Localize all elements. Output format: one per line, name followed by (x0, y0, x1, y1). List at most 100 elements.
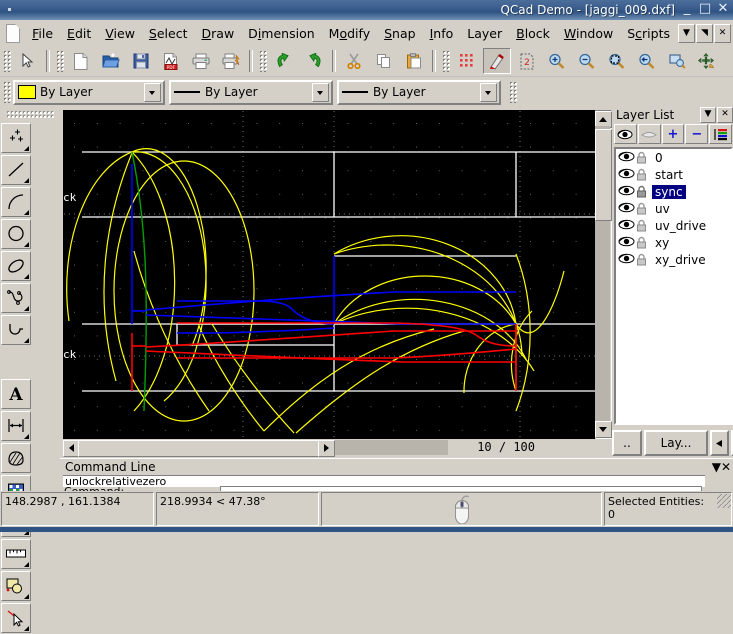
toolbar-grip[interactable] (442, 50, 450, 72)
zoom-in-button[interactable] (543, 48, 571, 74)
pointer-tool-button[interactable] (14, 48, 42, 74)
show-all-layers-button[interactable] (614, 124, 637, 144)
layer-row-2[interactable]: sync (616, 183, 731, 200)
toolbar-grip[interactable] (259, 50, 267, 72)
remove-layer-button[interactable]: − (685, 124, 709, 144)
point-tool-button[interactable] (1, 123, 31, 153)
measure-tool-button[interactable] (1, 539, 31, 569)
layer-lock-icon[interactable] (636, 236, 649, 250)
layer-list[interactable]: 0 start sync uv uv_drive xy xy_drive (614, 147, 733, 425)
menu-window[interactable]: Window (557, 23, 620, 44)
draft-mode-button[interactable] (483, 48, 511, 74)
print-button[interactable] (187, 48, 215, 74)
layer-row-4[interactable]: uv_drive (616, 217, 731, 234)
menu-modify[interactable]: Modify (322, 23, 377, 44)
color-combo[interactable]: By Layer (13, 79, 165, 105)
hatch-tool-button[interactable] (1, 443, 31, 473)
canvas-vertical-scrollbar[interactable] (595, 110, 612, 439)
hide-all-layers-button[interactable] (637, 124, 661, 144)
redraw-button[interactable]: 2 (513, 48, 541, 74)
layer-button[interactable]: Lay... (644, 430, 708, 456)
snap-tool-button[interactable] (1, 603, 31, 633)
edit-layer-button[interactable] (709, 124, 732, 144)
cut-button[interactable] (340, 48, 368, 74)
menu-info[interactable]: Info (423, 23, 461, 44)
layer-row-3[interactable]: uv (616, 200, 731, 217)
layer-row-6[interactable]: xy_drive (616, 251, 731, 268)
palette-grip[interactable] (6, 110, 54, 118)
export-pdf-button[interactable]: PDF (157, 48, 185, 74)
layer-dock-close-button[interactable]: ✕ (717, 107, 733, 123)
menu-draw[interactable]: Draw (195, 23, 242, 44)
maximize-button[interactable]: □ (697, 1, 713, 18)
pan-button[interactable] (693, 48, 721, 74)
layer-lock-icon[interactable] (636, 168, 649, 182)
menu-scripts[interactable]: Scripts (620, 23, 677, 44)
toolbar-grip[interactable] (3, 81, 11, 103)
chevron-down-icon[interactable] (312, 82, 329, 102)
add-layer-button[interactable]: + (661, 124, 685, 144)
mdi-restore-button[interactable]: ◥ (696, 23, 713, 43)
linewidth-combo[interactable]: By Layer (337, 79, 501, 105)
dimension-tool-button[interactable] (1, 411, 31, 441)
toolbar-grip[interactable] (3, 50, 11, 72)
close-button[interactable]: ✕ (715, 1, 731, 18)
redo-button[interactable] (300, 48, 328, 74)
menu-edit[interactable]: Edit (60, 23, 98, 44)
linetype-combo[interactable]: By Layer (169, 79, 333, 105)
resize-grip[interactable] (717, 494, 731, 508)
command-dock-close-button[interactable]: ✕ (721, 460, 731, 474)
copy-button[interactable] (370, 48, 398, 74)
layer-visibility-icon[interactable] (618, 151, 635, 164)
layer-lock-icon[interactable] (636, 253, 649, 267)
layer-lock-icon[interactable] (636, 219, 649, 233)
scroll-right-button[interactable] (318, 440, 335, 457)
modify-tool-button[interactable] (1, 571, 31, 601)
print-preview-button[interactable] (217, 48, 245, 74)
zoom-previous-button[interactable] (633, 48, 661, 74)
text-tool-button[interactable]: A (1, 379, 31, 409)
menu-select[interactable]: Select (142, 23, 195, 44)
layer-visibility-icon[interactable] (618, 236, 635, 249)
layer-visibility-icon[interactable] (618, 168, 635, 181)
line-tool-button[interactable] (1, 155, 31, 185)
menu-block[interactable]: Block (509, 23, 557, 44)
hscroll-thumb[interactable] (78, 440, 320, 457)
menu-dimension[interactable]: Dimension (241, 23, 321, 44)
paste-button[interactable] (400, 48, 428, 74)
dot-dot-button[interactable]: .. (612, 430, 642, 456)
layer-visibility-icon[interactable] (618, 219, 635, 232)
grid-toggle-button[interactable] (453, 48, 481, 74)
arc-tool-button[interactable] (1, 187, 31, 217)
layer-lock-icon[interactable] (636, 185, 649, 199)
dock-scroll-left-button[interactable] (710, 430, 729, 456)
menu-view[interactable]: View (98, 23, 142, 44)
ellipse-tool-button[interactable] (1, 251, 31, 281)
open-file-button[interactable] (97, 48, 125, 74)
save-file-button[interactable] (127, 48, 155, 74)
spline-tool-button[interactable] (1, 283, 31, 313)
polyline-tool-button[interactable] (1, 315, 31, 345)
layer-row-0[interactable]: 0 (616, 149, 731, 166)
layer-lock-icon[interactable] (636, 151, 649, 165)
circle-tool-button[interactable] (1, 219, 31, 249)
vscroll-thumb[interactable] (595, 129, 612, 221)
layer-visibility-icon[interactable] (618, 202, 635, 215)
menu-layer[interactable]: Layer (460, 23, 509, 44)
layer-row-1[interactable]: start (616, 166, 731, 183)
zoom-window-button[interactable] (603, 48, 631, 74)
cad-canvas[interactable]: ck ck (63, 110, 598, 439)
scroll-down-button[interactable] (595, 421, 612, 438)
zoom-out-button[interactable] (573, 48, 601, 74)
toolbar-grip[interactable] (509, 81, 517, 103)
minimize-button[interactable]: _ (679, 1, 695, 18)
new-file-button[interactable] (67, 48, 95, 74)
layer-visibility-icon[interactable] (618, 185, 635, 198)
menu-overflow-button[interactable]: ▼ (678, 23, 695, 43)
layer-dock-undock-button[interactable]: ▼ (700, 107, 716, 123)
toolbar-grip[interactable] (56, 50, 64, 72)
chevron-down-icon[interactable] (480, 82, 497, 102)
layer-row-5[interactable]: xy (616, 234, 731, 251)
zoom-auto-button[interactable] (663, 48, 691, 74)
undo-button[interactable] (270, 48, 298, 74)
